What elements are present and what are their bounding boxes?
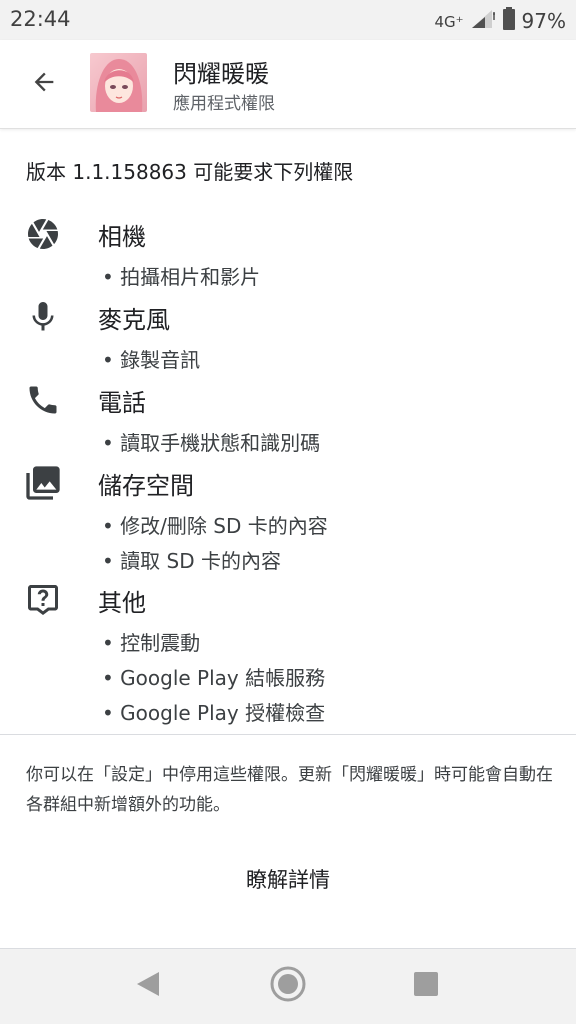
nav-recents-button[interactable] <box>406 966 446 1006</box>
help-icon <box>22 579 64 621</box>
network-type: 4G⁺ <box>434 13 464 31</box>
triangle-back-icon <box>135 970 161 1002</box>
permission-item: • Google Play 授權檢查 <box>102 701 326 725</box>
battery-percent: 97% <box>521 9 566 33</box>
nav-back-button[interactable] <box>128 966 168 1006</box>
divider <box>0 948 576 949</box>
microphone-icon <box>22 296 64 338</box>
permission-title: 儲存空間 <box>98 472 194 500</box>
app-icon <box>90 53 147 112</box>
phone-icon <box>22 379 64 421</box>
permission-title: 相機 <box>98 223 146 251</box>
learn-more-button[interactable]: 瞭解詳情 <box>0 864 576 894</box>
screen-subtitle: 應用程式權限 <box>173 94 275 114</box>
arrow-back-icon <box>30 68 58 100</box>
divider <box>0 734 576 735</box>
app-name: 閃耀暖暖 <box>173 60 269 88</box>
back-button[interactable] <box>22 62 66 106</box>
battery-icon <box>502 7 516 35</box>
app-bar: 閃耀暖暖 應用程式權限 <box>0 40 576 129</box>
permission-item: • 修改/刪除 SD 卡的內容 <box>102 514 328 538</box>
footnote-text: 你可以在「設定」中停用這些權限。更新「閃耀暖暖」時可能會自動在各群組中新增額外的… <box>26 765 553 815</box>
status-indicators: 4G⁺ 97% <box>434 7 566 35</box>
status-time: 22:44 <box>10 7 71 31</box>
circle-home-icon <box>269 965 307 1007</box>
navigation-bar <box>0 948 576 1024</box>
permission-item: • Google Play 結帳服務 <box>102 666 326 690</box>
status-bar: 22:44 4G⁺ 97% <box>0 0 576 40</box>
photo-library-icon <box>22 462 64 504</box>
permission-item: • 讀取 SD 卡的內容 <box>102 549 281 573</box>
permission-item: • 拍攝相片和影片 <box>102 265 261 289</box>
signal-icon <box>470 8 496 34</box>
permission-title: 麥克風 <box>98 306 170 334</box>
nav-home-button[interactable] <box>268 966 308 1006</box>
permission-title: 電話 <box>98 389 146 417</box>
camera-icon <box>22 213 64 255</box>
square-recents-icon <box>413 971 439 1001</box>
permission-title: 其他 <box>98 589 146 617</box>
permission-item: • 錄製音訊 <box>102 348 201 372</box>
permission-item: • 控制震動 <box>102 631 201 655</box>
version-text: 版本 1.1.158863 可能要求下列權限 <box>26 160 354 184</box>
permission-item: • 讀取手機狀態和識別碼 <box>102 431 321 455</box>
